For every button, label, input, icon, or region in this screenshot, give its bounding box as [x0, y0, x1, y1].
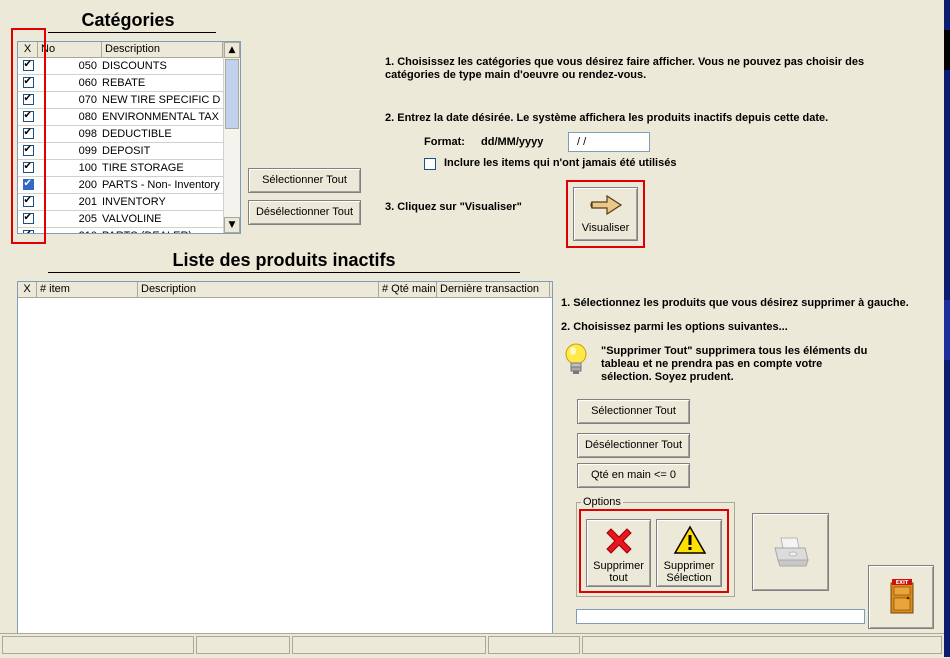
products-select-all-button[interactable]: Sélectionner Tout: [577, 399, 690, 424]
instruction-step2: 2. Entrez la date désirée. Le système af…: [385, 112, 829, 124]
category-row[interactable]: 080 ENVIRONMENTAL TAX: [18, 109, 240, 126]
category-row[interactable]: 200 PARTS - Non- Inventory: [18, 177, 240, 194]
category-row[interactable]: 060 REBATE: [18, 75, 240, 92]
categories-grid-header: X No Description: [18, 42, 240, 58]
options-legend: Options: [581, 496, 623, 508]
category-row[interactable]: 099 DEPOSIT: [18, 143, 240, 160]
category-row[interactable]: 100 TIRE STORAGE: [18, 160, 240, 177]
category-description: NEW TIRE SPECIFIC D: [102, 94, 221, 106]
status-cell-2: [196, 636, 290, 654]
qty-on-hand-filter-button[interactable]: Qté en main <= 0: [577, 463, 690, 488]
include-unused-checkbox[interactable]: [424, 158, 436, 170]
status-cell-5: [582, 636, 942, 654]
category-row[interactable]: 201 INVENTORY: [18, 194, 240, 211]
inactive-products-grid-header: X # item Description # Qté main Dernière…: [18, 282, 552, 298]
col-header-description[interactable]: Description: [102, 42, 223, 57]
categories-grid[interactable]: X No Description 050 DISCOUNTS 060 REBATE 07…: [17, 41, 241, 234]
instruction-step3: 3. Cliquez sur "Visualiser": [385, 201, 522, 213]
category-no: 210: [38, 228, 102, 233]
col-header-no[interactable]: No: [38, 42, 102, 57]
date-format-value: dd/MM/yyyy: [481, 136, 544, 148]
category-no: 060: [78, 77, 97, 89]
action-step1: 1. Sélectionnez les produits que vous dé…: [561, 297, 909, 309]
categories-deselect-all-button[interactable]: Désélectionner Tout: [248, 200, 361, 225]
category-description: PARTS - Non- Inventory: [102, 179, 220, 191]
arrow-right-icon: [590, 194, 623, 216]
category-no: 099: [78, 145, 97, 157]
col-header-description[interactable]: Description: [138, 282, 379, 297]
category-no: 080: [78, 111, 97, 123]
scroll-thumb[interactable]: [225, 59, 239, 129]
action-step2: 2. Choisissez parmi les options suivante…: [561, 321, 788, 333]
category-description: DEDUCTIBLE: [102, 128, 172, 140]
category-row[interactable]: 205 VALVOLINE: [18, 211, 240, 228]
category-row[interactable]: 098 DEDUCTIBLE: [18, 126, 240, 143]
category-no: 070: [78, 94, 97, 106]
date-format-label: Format:: [424, 136, 465, 148]
category-description: ENVIRONMENTAL TAX: [102, 111, 219, 123]
categories-rows: 050 DISCOUNTS 060 REBATE 070 NEW TIRE SPECIFI…: [18, 58, 240, 233]
delete-all-button[interactable]: Supprimer tout: [586, 519, 651, 587]
categories-title: Catégories: [81, 10, 175, 30]
warning-icon: [673, 525, 707, 554]
category-no: 205: [78, 213, 97, 225]
visualize-label: Visualiser: [581, 222, 630, 234]
status-bar: [0, 633, 944, 658]
desktop-edge: [944, 0, 950, 657]
desktop-edge-dark: [944, 30, 950, 70]
red-x-icon: [606, 528, 632, 554]
delete-selection-label-line2: Sélection: [666, 572, 712, 584]
checkbox-column-highlight: [11, 28, 46, 244]
date-input[interactable]: / /: [568, 132, 650, 152]
category-description: DISCOUNTS: [102, 60, 167, 72]
category-row[interactable]: 050 DISCOUNTS: [18, 58, 240, 75]
category-no: 200: [78, 179, 97, 191]
scroll-up-arrow-icon[interactable]: ▲: [224, 42, 240, 58]
category-description: DEPOSIT: [102, 145, 151, 157]
lightbulb-icon: [565, 343, 587, 374]
delete-all-warning-tip: "Supprimer Tout" supprimera tous les élé…: [601, 345, 868, 383]
exit-sign-text: EXIT: [896, 580, 909, 586]
inactive-products-title-underline: [48, 272, 520, 273]
category-description: REBATE: [102, 77, 146, 89]
category-row[interactable]: 210PARTS (DEALER): [18, 228, 240, 233]
status-cell-3: [292, 636, 486, 654]
category-no: 201: [78, 196, 97, 208]
instruction-step1: 1. Choisissez les catégories que vous dé…: [385, 56, 865, 81]
exit-door-icon: EXIT: [890, 579, 914, 614]
categories-scrollbar[interactable]: ▲ ▼: [223, 42, 240, 233]
category-description: TIRE STORAGE: [102, 162, 184, 174]
include-unused-label: Inclure les items qui n'ont jamais été u…: [444, 157, 677, 169]
col-header-last-transaction[interactable]: Dernière transaction: [437, 282, 550, 297]
category-no: 098: [78, 128, 97, 140]
scroll-down-arrow-icon[interactable]: ▼: [224, 217, 240, 233]
col-header-qty[interactable]: # Qté main: [379, 282, 437, 297]
print-button[interactable]: [752, 513, 829, 591]
col-header-x[interactable]: X: [18, 282, 37, 297]
col-header-item[interactable]: # item: [37, 282, 138, 297]
category-no: 050: [78, 60, 97, 72]
delete-all-label-line1: Supprimer: [593, 560, 644, 572]
visualize-button[interactable]: Visualiser: [573, 187, 638, 241]
category-row[interactable]: 070 NEW TIRE SPECIFIC D: [18, 92, 240, 109]
category-no: 100: [78, 162, 97, 174]
printer-icon: [774, 537, 809, 567]
products-deselect-all-button[interactable]: Désélectionner Tout: [577, 433, 690, 458]
category-description: PARTS (DEALER): [102, 228, 222, 233]
categories-select-all-button[interactable]: Sélectionner Tout: [248, 168, 361, 193]
categories-title-underline: [48, 32, 216, 33]
inactive-products-title: Liste des produits inactifs: [172, 250, 396, 270]
exit-button[interactable]: EXIT: [868, 565, 934, 629]
category-description: VALVOLINE: [102, 213, 162, 225]
status-cell-1: [2, 636, 194, 654]
status-cell-4: [488, 636, 580, 654]
desktop-edge-blue: [944, 300, 950, 360]
progress-bar: [576, 609, 865, 624]
delete-selection-button[interactable]: Supprimer Sélection: [656, 519, 722, 587]
category-description: INVENTORY: [102, 196, 166, 208]
inactive-products-grid[interactable]: X # item Description # Qté main Dernière…: [17, 281, 553, 635]
delete-selection-label-line1: Supprimer: [663, 560, 715, 572]
delete-all-label-line2: tout: [609, 572, 628, 584]
